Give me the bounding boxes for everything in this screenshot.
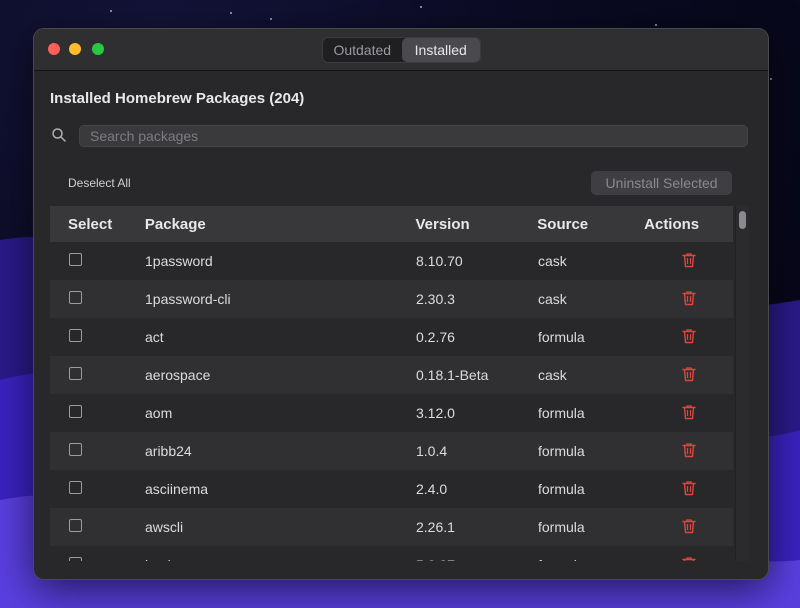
row-select-cell [50, 291, 136, 307]
table-row[interactable]: act 0.2.76 formula [50, 318, 733, 356]
row-checkbox[interactable] [69, 291, 82, 304]
close-window-button[interactable] [48, 43, 60, 55]
row-select-cell [50, 405, 136, 421]
package-version: 0.2.76 [416, 329, 455, 345]
row-checkbox[interactable] [69, 443, 82, 456]
row-actions [644, 556, 733, 561]
package-name: aom [145, 405, 173, 421]
trash-icon[interactable] [681, 518, 696, 537]
column-header-source: Source [537, 215, 589, 233]
row-checkbox[interactable] [69, 481, 82, 494]
zoom-window-button[interactable] [92, 43, 104, 55]
table-body: 1password 8.10.70 cask 1password-cli 2.30.3 c… [50, 242, 733, 561]
row-checkbox[interactable] [69, 557, 82, 561]
tab-installed[interactable]: Installed [401, 38, 480, 62]
package-source: formula [538, 329, 585, 345]
row-checkbox[interactable] [69, 519, 82, 532]
package-version: 0.18.1-Beta [416, 367, 489, 383]
package-name: 1password [145, 253, 213, 269]
deselect-all-button[interactable]: Deselect All [68, 176, 131, 190]
package-name: asciinema [145, 481, 209, 497]
app-window: Outdated Installed Installed Homebrew Pa… [33, 28, 769, 580]
column-header-select: Select [68, 215, 113, 233]
package-version: 1.0.4 [416, 443, 448, 459]
column-header-actions: Actions [644, 215, 700, 233]
row-actions [644, 328, 733, 347]
trash-icon[interactable] [681, 252, 696, 271]
row-actions [644, 290, 733, 309]
row-actions [644, 480, 733, 499]
row-checkbox[interactable] [69, 405, 82, 418]
tab-outdated[interactable]: Outdated [323, 38, 402, 62]
row-select-cell [50, 443, 136, 459]
row-actions [644, 404, 733, 423]
package-source: formula [538, 405, 585, 421]
table-row[interactable]: 1password-cli 2.30.3 cask [50, 280, 733, 318]
uninstall-selected-button[interactable]: Uninstall Selected [591, 171, 732, 195]
trash-icon[interactable] [681, 480, 696, 499]
table-scrollbar[interactable] [735, 206, 749, 561]
row-select-cell [50, 481, 136, 497]
package-name: awscli [145, 519, 184, 535]
package-name: 1password-cli [145, 291, 231, 307]
row-checkbox[interactable] [69, 329, 82, 342]
package-name: act [145, 329, 164, 345]
package-name: bash [136, 557, 416, 561]
row-actions [644, 252, 733, 271]
row-select-cell [50, 519, 136, 535]
row-actions [644, 518, 733, 537]
package-version: 2.30.3 [416, 291, 455, 307]
table-row[interactable]: asciinema 2.4.0 formula [50, 470, 733, 508]
search-icon [52, 128, 66, 142]
row-select-cell [50, 557, 136, 561]
package-version: 3.12.0 [416, 405, 455, 421]
titlebar: Outdated Installed [34, 29, 768, 71]
package-source: formula [538, 443, 585, 459]
package-source: cask [538, 253, 567, 269]
trash-icon[interactable] [681, 404, 696, 423]
table-row[interactable]: aom 3.12.0 formula [50, 394, 733, 432]
row-select-cell [50, 329, 136, 345]
column-header-version: Version [415, 215, 470, 233]
row-checkbox[interactable] [69, 253, 82, 266]
trash-icon[interactable] [681, 442, 696, 461]
column-header-package: Package [144, 215, 206, 233]
minimize-window-button[interactable] [69, 43, 81, 55]
trash-icon[interactable] [681, 556, 696, 561]
package-version: 8.10.70 [416, 253, 463, 269]
package-source: cask [538, 367, 567, 383]
trash-icon[interactable] [681, 366, 696, 385]
row-actions [644, 366, 733, 385]
table-header: Select Package Version Source Actions [50, 206, 733, 242]
scrollbar-thumb[interactable] [739, 211, 746, 229]
trash-icon[interactable] [681, 328, 696, 347]
packages-table: Select Package Version Source Actions 1p… [50, 206, 733, 561]
row-actions [644, 442, 733, 461]
page-title: Installed Homebrew Packages (204) [50, 90, 305, 107]
view-segmented-control: Outdated Installed [322, 37, 481, 63]
table-row[interactable]: 1password 8.10.70 cask [50, 242, 733, 280]
table-row[interactable]: bash5.2.37formula [50, 546, 733, 561]
row-checkbox[interactable] [69, 367, 82, 380]
row-select-cell [50, 253, 136, 269]
package-source: cask [538, 291, 567, 307]
row-select-cell [50, 367, 136, 383]
search-input[interactable] [79, 125, 748, 147]
trash-icon[interactable] [681, 290, 696, 309]
package-name: aerospace [145, 367, 211, 383]
table-row[interactable]: aribb24 1.0.4 formula [50, 432, 733, 470]
package-version: 2.26.1 [416, 519, 455, 535]
package-source: formula [538, 519, 585, 535]
package-version: 2.4.0 [416, 481, 448, 497]
package-name: aribb24 [145, 443, 192, 459]
table-row[interactable]: awscli 2.26.1 formula [50, 508, 733, 546]
package-source: formula [538, 481, 585, 497]
package-version: 5.2.37 [416, 557, 538, 561]
table-row[interactable]: aerospace 0.18.1-Beta cask [50, 356, 733, 394]
package-source: formula [538, 557, 644, 561]
